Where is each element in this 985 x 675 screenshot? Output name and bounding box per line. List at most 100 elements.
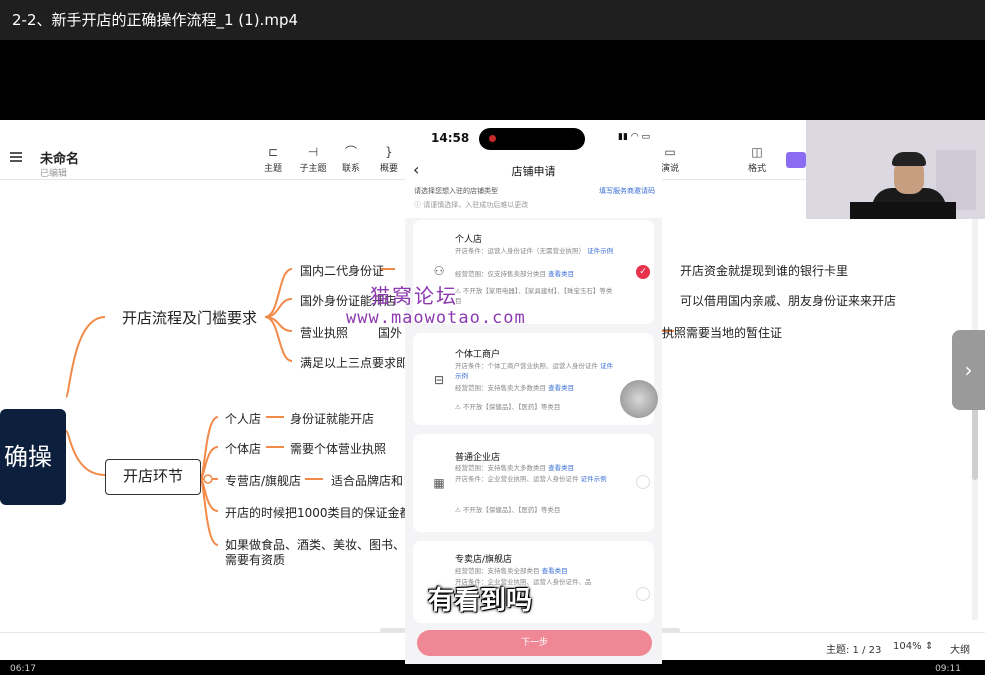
- restriction-text: 不开放【保健品】、【医药】等类目: [462, 506, 561, 514]
- store-option-scope: 经营范围：支持售卖全部类目 查看类目: [455, 566, 615, 576]
- scope-link[interactable]: 查看类目: [548, 464, 574, 472]
- scope-text: 经营范围：支持售卖大多数类目: [455, 384, 546, 392]
- topic-meet-requirements[interactable]: 满足以上三点要求即: [300, 354, 408, 371]
- presenter-cap: [892, 152, 926, 166]
- store-option-name: 普通企业店: [455, 453, 501, 463]
- scope-link[interactable]: 查看类目: [548, 384, 574, 392]
- invite-code-link[interactable]: 填写服务商邀请码: [599, 186, 655, 196]
- store-option-radio-checked[interactable]: ✓: [636, 265, 650, 279]
- presenter-laptop: [850, 202, 956, 219]
- topic-count: 主题: 1 / 23: [826, 645, 882, 656]
- summary-button[interactable]: } 概要: [371, 146, 407, 174]
- topic-button[interactable]: ⊏ 主题: [255, 146, 291, 174]
- zoom-level[interactable]: 104%: [893, 641, 922, 652]
- player-title-bar: 2-2、新手开店的正确操作流程_1 (1).mp4: [0, 0, 985, 40]
- store-option-condition: 开店条件：个体工商户营业执照、运营人身份证件 证件示例: [455, 361, 615, 381]
- condition-text: 开店条件：个体工商户营业执照、运营人身份证件: [455, 362, 598, 370]
- format-icon: ◫: [751, 145, 763, 159]
- subtopic-button[interactable]: ⊣ 子主题: [295, 146, 331, 174]
- store-option-enterprise[interactable]: ▦ 普通企业店 经营范围：支持售卖大多数类目 查看类目 开店条件：企业营业执照、…: [413, 434, 654, 532]
- topic-individual-store-detail[interactable]: 需要个体营业执照: [290, 440, 386, 457]
- document-title[interactable]: 未命名: [40, 148, 79, 167]
- store-option-name: 专卖店/旗舰店: [455, 555, 513, 565]
- scope-link[interactable]: 查看类目: [548, 270, 574, 278]
- condition-text: 开店条件：运营人身份证件（无需营业执照）: [455, 247, 585, 255]
- player-timeline[interactable]: 06:17 09:11: [0, 664, 985, 675]
- nav-title: 店铺申请: [511, 165, 556, 178]
- store-option-radio[interactable]: [636, 475, 650, 489]
- hint-warning: ⓘ 请谨慎选择，入驻成功后难以更改: [414, 201, 529, 209]
- briefcase-icon: ⊟: [433, 373, 445, 387]
- format-label: 格式: [747, 164, 766, 174]
- note-residence-permit[interactable]: 执照需要当地的暂住证: [662, 324, 782, 341]
- store-option-restriction: ⚠ 不开放【保健品】、【医药】等类目: [455, 403, 561, 411]
- store-option-name: 个体工商户: [455, 350, 501, 360]
- restriction-text: 不开放【家用电器】、【家具建材】、【珠宝玉石】等类目: [455, 287, 613, 305]
- watermark-url: www.maowotao.com: [346, 308, 526, 328]
- presentation-icon: ▭: [664, 145, 676, 159]
- share-button[interactable]: [786, 152, 806, 168]
- chevron-right-icon: ›: [964, 358, 973, 382]
- store-option-individual[interactable]: ⊟ 个体工商户 开店条件：个体工商户营业执照、运营人身份证件 证件示例 经营范围…: [413, 333, 654, 425]
- outline-button[interactable]: 大纲: [950, 641, 970, 656]
- hint-warning-text: 请谨慎选择，入驻成功后难以更改: [423, 201, 529, 209]
- store-option-condition: 开店条件：企业营业执照、运营人身份证件 证件示例: [455, 474, 615, 484]
- topic-deposit[interactable]: 开店的时候把1000类目的保证金都: [225, 504, 412, 521]
- store-option-radio[interactable]: [636, 587, 650, 601]
- note-withdraw[interactable]: 开店资金就提现到谁的银行卡里: [680, 262, 848, 279]
- store-option-scope: 经营范围：支持售卖大多数类目 查看类目: [455, 463, 615, 473]
- root-topic[interactable]: 确操: [0, 409, 66, 505]
- store-type-hint: 请选择您想入驻的店铺类型 填写服务商邀请码 ⓘ 请谨慎选择，入驻成功后难以更改: [405, 184, 662, 218]
- presentation-label: 演说: [660, 164, 679, 174]
- condition-text: 开店条件：企业营业执照、运营人身份证件: [455, 475, 579, 483]
- watermark-title: 猫窝论坛: [370, 284, 458, 308]
- topic-business-license[interactable]: 营业执照: [300, 324, 348, 341]
- zoom-stepper-icon[interactable]: ⇕: [925, 641, 933, 652]
- summary-icon: }: [385, 145, 393, 159]
- scope-text: 经营范围：支持售卖大多数类目: [455, 464, 546, 472]
- condition-link[interactable]: 证件示例: [587, 247, 613, 255]
- store-option-scope: 经营范围：仅支持售卖部分类目 查看类目: [455, 269, 615, 279]
- relation-label: 联系: [341, 164, 360, 174]
- topic-flagship-store-detail[interactable]: 适合品牌店和自: [331, 472, 415, 489]
- topic-qualification-line2[interactable]: 需要有资质: [225, 551, 285, 568]
- next-page-button[interactable]: ›: [952, 330, 985, 410]
- vertical-scroll-thumb[interactable]: [972, 400, 978, 480]
- condition-link[interactable]: 证件示例: [581, 475, 607, 483]
- restriction-text: 不开放【保健品】、【医药】等类目: [462, 403, 561, 411]
- topic-individual-store[interactable]: 个体店: [225, 440, 261, 457]
- building-icon: ▦: [433, 476, 445, 490]
- menu-icon[interactable]: [10, 152, 22, 162]
- phone-status-bar: 14:58 ▮▮ ◠ ▭: [405, 120, 662, 156]
- topic-personal-store[interactable]: 个人店: [225, 410, 261, 427]
- signal-wifi-battery-icon: ▮▮ ◠ ▭: [618, 132, 650, 142]
- subtopic-label: 子主题: [299, 164, 327, 174]
- next-step-button[interactable]: 下一步: [417, 630, 652, 656]
- store-option-restriction: ⚠ 不开放【家用电器】、【家具建材】、【珠宝玉石】等类目: [455, 287, 613, 305]
- branch-requirements[interactable]: 开店流程及门槛要求: [122, 307, 257, 328]
- topic-label: 主题: [263, 164, 282, 174]
- note-borrow-id[interactable]: 可以借用国内亲戚、朋友身份证来来开店: [680, 292, 896, 309]
- scope-text: 经营范围：仅支持售卖部分类目: [455, 270, 546, 278]
- subtopic-icon: ⊣: [307, 145, 319, 159]
- elapsed-time: 06:17: [10, 664, 36, 674]
- format-button[interactable]: ◫ 格式: [739, 146, 775, 174]
- topic-flagship-store[interactable]: 专营店/旗舰店: [225, 472, 301, 489]
- hint-text: 请选择您想入驻的店铺类型: [414, 187, 498, 195]
- topic-icon: ⊏: [267, 145, 279, 159]
- webcam-overlay: [806, 120, 985, 219]
- topic-personal-store-detail[interactable]: 身份证就能开店: [290, 410, 374, 427]
- video-title: 2-2、新手开店的正确操作流程_1 (1).mp4: [12, 11, 299, 29]
- scope-link[interactable]: 查看类目: [542, 567, 568, 575]
- store-option-condition: 开店条件：运营人身份证件（无需营业执照） 证件示例: [455, 246, 615, 256]
- topic-domestic-id[interactable]: 国内二代身份证: [300, 262, 384, 279]
- person-icon: ⚇: [433, 264, 445, 278]
- branch-store-steps[interactable]: 开店环节: [105, 459, 201, 495]
- summary-label: 概要: [379, 164, 398, 174]
- store-option-scope: 经营范围：支持售卖大多数类目 查看类目: [455, 383, 615, 393]
- relation-icon: ⌒: [344, 145, 357, 159]
- touch-indicator: [620, 380, 658, 418]
- phone-nav-bar: ‹ 店铺申请: [405, 156, 662, 184]
- phone-clock: 14:58: [431, 131, 470, 145]
- relation-button[interactable]: ⌒ 联系: [333, 146, 369, 174]
